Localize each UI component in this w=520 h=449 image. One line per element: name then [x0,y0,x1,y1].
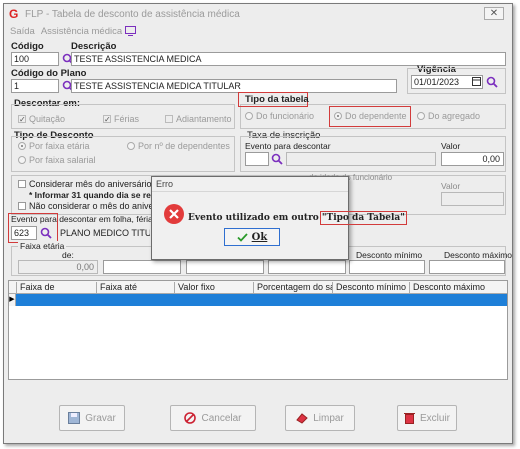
taxa-valor-label: Valor [441,141,461,151]
menu-item-assistencia[interactable]: Assistência médica [41,26,122,37]
aniversario-note: * Informar 31 quando dia se referir [29,190,168,200]
col-valor-fixo[interactable]: Valor fixo [174,282,253,294]
codigo-label: Código [11,41,44,52]
eraser-icon [296,413,308,424]
desconto-maximo-input[interactable] [429,260,505,274]
col-porcentagem[interactable]: Porcentagem do salário [253,282,332,294]
desconto-maximo-label: Desconto máximo [444,250,513,260]
codigo-plano-label: Código do Plano [11,68,87,79]
error-icon [164,204,184,224]
taxa-valor-input[interactable]: 0,00 [441,152,504,166]
error-dialog: Erro Evento utilizado em outro "Tipo da T… [151,176,407,260]
tipo-tabela-label: Tipo da tabela [245,94,309,105]
faixas-grid[interactable]: Faixa de Faixa até Valor fixo Porcentage… [8,280,508,380]
porcentagem-input[interactable] [268,260,346,274]
trash-icon [403,413,415,424]
monitor-icon[interactable] [125,26,137,36]
close-button[interactable]: ✕ [484,7,504,20]
gravar-label: Gravar [85,412,116,424]
app-logo-icon: G [9,7,19,21]
search-vigencia-icon[interactable] [486,76,498,88]
gravar-button[interactable]: Gravar [59,405,125,431]
table-row-selected[interactable] [9,294,507,306]
dialog-message-highlight: "Tipo da Tabela" [319,211,407,225]
radio-faixa-etaria[interactable]: Por faixa etária [18,141,90,151]
valor-fixo-input[interactable] [186,260,264,274]
plano-descricao-input: TESTE ASSISTENCIA MEDICA TITULAR [71,79,397,93]
cancelar-label: Cancelar [201,412,242,424]
descricao-label: Descrição [71,41,117,52]
excluir-button[interactable]: Excluir [397,405,457,431]
checkbox-adiantamento[interactable]: Adiantamento [165,114,232,124]
limpar-label: Limpar [313,412,344,424]
cancelar-button[interactable]: Cancelar [170,405,256,431]
checkbox-quitacao[interactable]: ✓ Quitação [18,114,65,124]
menu-item-saida[interactable]: Saída [10,26,35,37]
radio-faixa-salarial[interactable]: Por faixa salarial [18,155,96,165]
radio-do-dependente[interactable]: Do dependente [334,111,407,121]
faixa-ate-input[interactable] [103,260,181,274]
footer-toolbar: Gravar Cancelar Limpar Excluir [4,396,512,442]
calendar-icon[interactable] [472,77,481,86]
title-bar: G FLP - Tabela de desconto de assistênci… [4,4,512,24]
col-faixa-de[interactable]: Faixa de [16,282,96,294]
search-taxa-evento-icon[interactable] [271,153,283,165]
taxa-evento-input[interactable] [245,152,269,166]
radio-do-funcionario[interactable]: Do funcionário [245,111,314,121]
col-faixa-ate[interactable]: Faixa até [96,282,174,294]
evento-descontar-label: Evento para descontar [245,141,331,151]
col-desconto-maximo[interactable]: Desconto máximo [409,282,507,294]
dialog-title: Erro [152,177,348,192]
ok-button[interactable]: Ok [224,228,280,246]
codigo-input[interactable]: 100 [11,52,59,66]
save-icon [68,412,81,424]
faixa-etaria-label: Faixa etária [18,241,67,251]
check-icon [237,232,248,242]
grid-corner [9,282,16,294]
col-desconto-minimo[interactable]: Desconto mínimo [332,282,409,294]
dialog-message: Evento utilizado em outro "Tipo da Tabela… [188,211,407,225]
excluir-label: Excluir [419,412,450,424]
aniversario-valor-input [441,192,504,206]
radio-do-agregado[interactable]: Do agregado [417,111,480,121]
radio-num-dependentes[interactable]: Por nº de dependentes [127,141,230,151]
ok-label: Ok [251,231,268,243]
faixa-de-label: de: [62,250,74,260]
grid-header: Faixa de Faixa até Valor fixo Porcentage… [9,281,507,294]
row-indicator-icon: ▶ [9,294,16,306]
limpar-button[interactable]: Limpar [285,405,355,431]
cancel-icon [184,412,197,424]
checkbox-ferias[interactable]: ✓ Férias [103,114,139,124]
main-window: G FLP - Tabela de desconto de assistênci… [3,3,513,444]
aniversario-valor-label: Valor [441,181,461,191]
desconto-minimo-label: Desconto mínimo [356,250,423,260]
codigo-plano-input[interactable]: 1 [11,79,59,93]
menu-bar: Saída Assistência médica [4,24,137,38]
search-evento-folha-icon[interactable] [40,227,52,239]
desconto-minimo-input[interactable] [349,260,425,274]
dialog-message-text: Evento utilizado em outro [188,213,319,223]
faixa-de-input: 0,00 [18,260,98,274]
taxa-evento-descricao [286,152,436,166]
evento-folha-descricao: PLANO MEDICO TITULAR [60,228,151,238]
window-title: FLP - Tabela de desconto de assistência … [25,8,240,20]
evento-folha-code-input[interactable]: 623 [11,226,37,240]
